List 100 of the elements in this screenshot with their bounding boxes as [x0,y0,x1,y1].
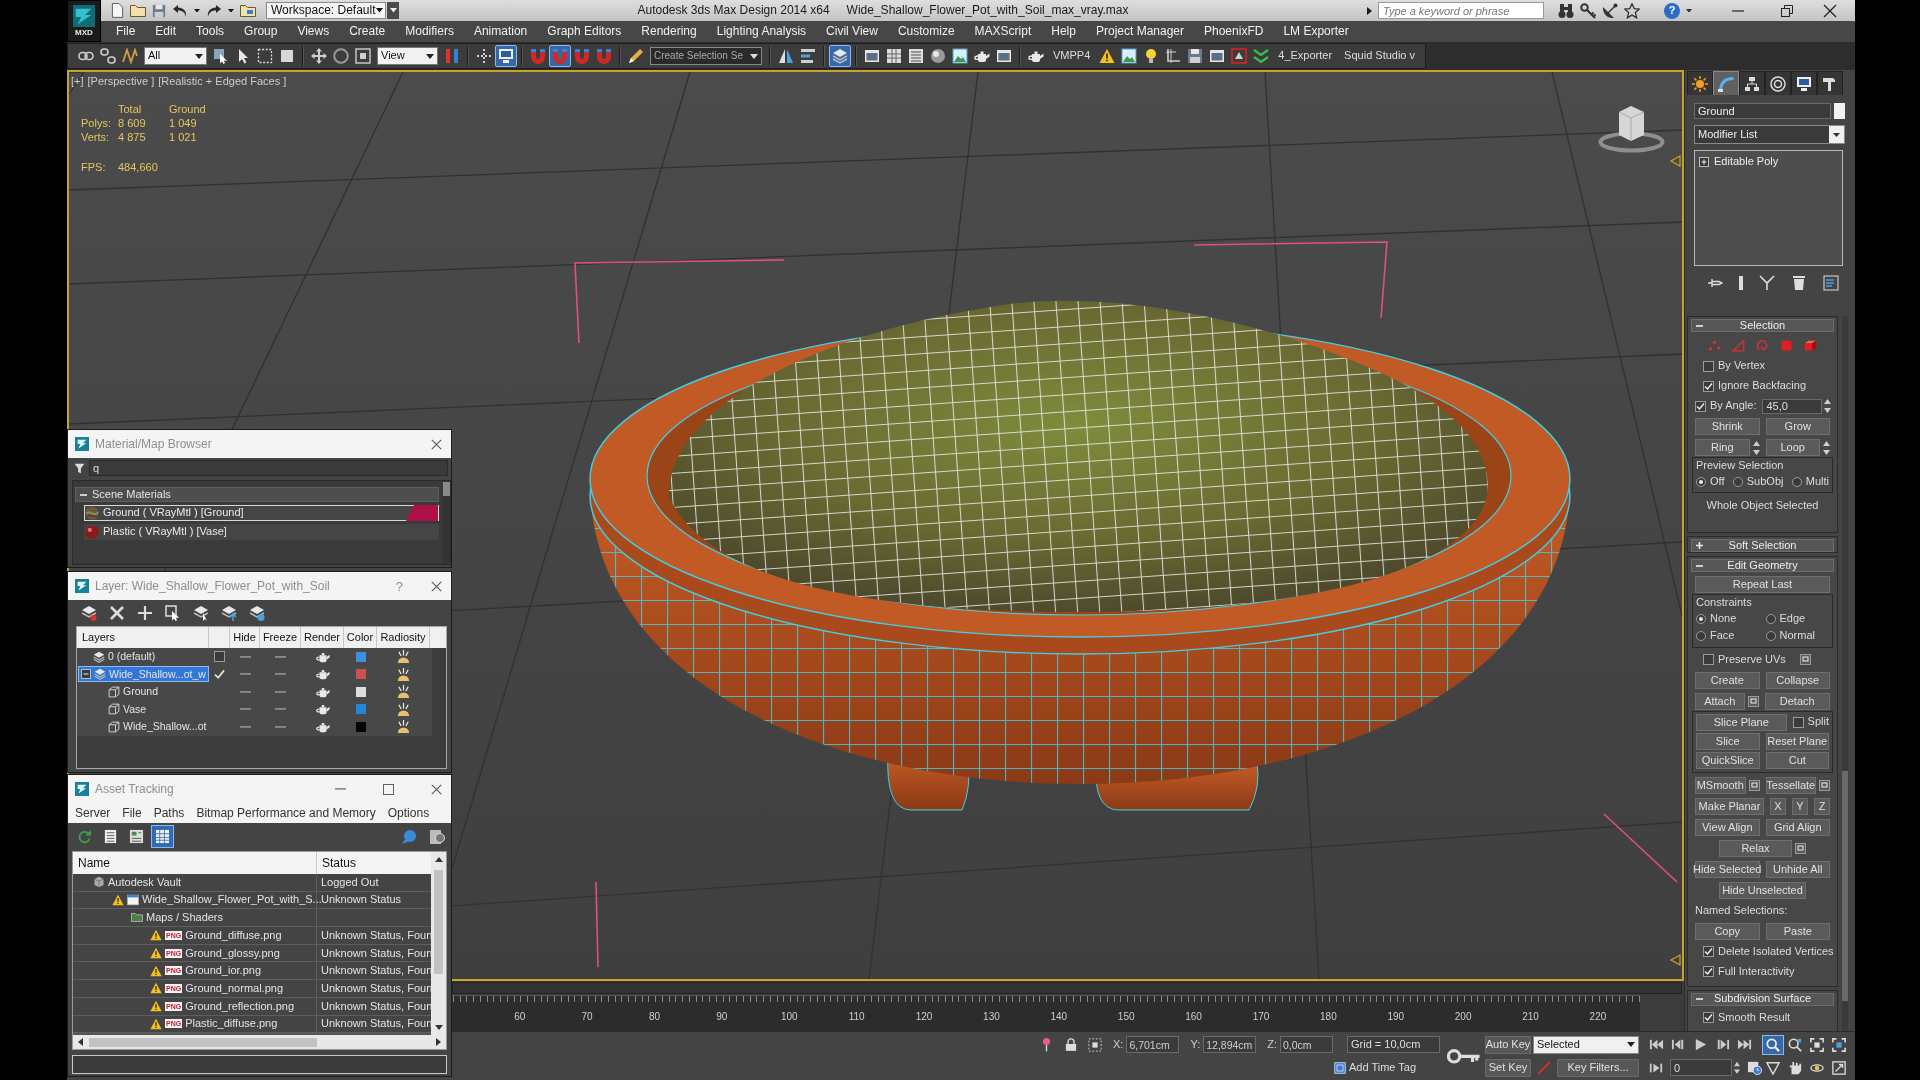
settings-icon[interactable] [1819,779,1830,791]
panel-button[interactable]: Make Planar [1695,797,1764,815]
radio-icon[interactable] [1696,631,1706,642]
panel-button[interactable]: Ring [1695,439,1750,456]
radio-button[interactable]: Face [1696,629,1760,643]
dome-rays-icon[interactable] [396,649,411,665]
dash-icon[interactable] [275,708,286,711]
menu-item[interactable]: LM Exporter [1273,24,1359,39]
menu-item[interactable]: Customize [887,24,965,39]
panel-button[interactable]: Detach [1764,692,1830,710]
key-icon[interactable] [1580,2,1596,19]
bin-icon[interactable] [1791,275,1807,291]
toolbar-button[interactable] [97,45,119,67]
menu-item[interactable]: Group [234,24,288,39]
color-swatch-icon[interactable] [355,704,366,715]
scroll-left-icon[interactable] [78,1038,83,1046]
rollout-header[interactable]: Selection [1691,319,1834,332]
viewport-label[interactable]: [Perspective ] [87,75,155,89]
layers-star-icon[interactable] [81,604,97,621]
dropdown[interactable]: View [377,47,438,65]
panel-button[interactable]: Hide Selected [1695,860,1760,878]
menu-item[interactable]: Animation [463,24,538,39]
speech-bubble-icon[interactable] [401,828,417,845]
viewport-label[interactable]: [Realistic + Edged Faces ] [158,75,287,89]
settings-icon[interactable] [1794,842,1806,854]
minimize-icon[interactable] [1732,9,1744,12]
undo-arrow-icon[interactable] [172,2,188,19]
panel-button[interactable]: Paste [1765,922,1830,940]
skip-forward-icon[interactable] [1737,1037,1752,1052]
scrollbar-thumb[interactable] [443,482,450,496]
panel-button[interactable]: Copy [1695,922,1760,940]
star-icon[interactable] [1624,2,1640,19]
settings-icon[interactable] [1799,654,1811,666]
play-icon[interactable] [1693,1037,1708,1052]
checkbox-icon[interactable] [1703,654,1714,666]
panel-button[interactable]: View Align [1695,818,1760,836]
viewport-label[interactable]: [+] [71,75,84,89]
layer-item[interactable]: Wide_Shallow...ot_w [78,666,209,683]
checkbox[interactable]: Split [1792,715,1829,729]
toolbar-button[interactable] [352,45,374,67]
time-tag-button[interactable]: Add Time Tag [1334,1061,1417,1074]
material-item[interactable]: Ground ( VRayMtl ) [Ground] [84,505,439,521]
minus-box-icon[interactable] [81,669,91,680]
radio-icon[interactable] [1765,614,1776,625]
folder-icon[interactable] [130,4,146,17]
radio-button[interactable]: Edge [1765,612,1829,626]
spinner-arrows-icon[interactable] [1823,439,1830,456]
asset-row[interactable]: Maps / Shaders [73,909,431,928]
skip-back-icon[interactable] [1649,1037,1664,1052]
toolbar-button[interactable] [949,45,971,67]
panel-button[interactable]: MSmooth [1695,776,1746,794]
menu-item[interactable]: Help [1041,24,1086,39]
panel-button[interactable]: Cut [1765,751,1829,769]
menu-item[interactable]: File [116,805,148,821]
dash-icon[interactable] [239,690,251,693]
toolbar-label[interactable]: VMPP4 [1047,49,1097,63]
panel-button[interactable]: QuickSlice [1696,751,1760,769]
caret-icon[interactable] [1686,8,1692,13]
checkbox-icon[interactable] [1703,380,1714,392]
menu-item[interactable]: Bitmap Performance and Memory [190,805,382,821]
radio-icon[interactable] [1696,614,1706,625]
list-panel-icon[interactable] [1823,275,1839,291]
radio-button[interactable]: Normal [1765,629,1829,643]
panel-button[interactable]: Slice Plane [1696,713,1787,731]
rollout-header[interactable]: Edit Geometry [1691,559,1834,573]
dash-icon[interactable] [275,690,286,693]
axis-button[interactable]: Y [1792,797,1808,815]
dome-rays-icon[interactable] [396,719,411,735]
menu-item[interactable]: Views [287,24,340,39]
fork-icon[interactable] [1759,275,1775,291]
scrollbar-thumb[interactable] [1842,771,1848,1001]
color-swatch-icon[interactable] [355,669,366,680]
dash-icon[interactable] [239,673,251,676]
step-forward-icon[interactable] [1715,1037,1730,1052]
key-mode-dropdown[interactable]: Selected [1533,1035,1639,1054]
rollout-header[interactable]: Subdivision Surface [1691,992,1834,1006]
search-field[interactable]: Type a keyword or phrase [1378,2,1544,19]
bar-icon[interactable] [1739,275,1743,291]
menu-item[interactable]: PhoenixFD [1194,24,1274,39]
menu-item[interactable]: Project Manager [1085,24,1194,39]
panel-button[interactable]: Loop [1765,439,1820,456]
application-button[interactable]: MXD [67,0,101,42]
satellite-dish-icon[interactable] [1602,2,1618,19]
axis-button[interactable]: Z [1814,797,1830,815]
set-key-button[interactable]: Set Key [1485,1058,1531,1077]
radio-icon[interactable] [1732,476,1743,487]
coordinate-field[interactable]: 0,0cm [1280,1036,1333,1053]
toolbar-label[interactable]: Squid Studio v [1338,49,1422,63]
panel-tab[interactable] [1739,71,1765,95]
menu-item[interactable]: Tools [186,24,235,39]
spinner-field[interactable]: 45,0 [1762,398,1823,414]
dash-icon[interactable] [275,655,286,658]
checkbox[interactable]: Full Interactivity [1695,964,1795,979]
spinner-arrows-icon[interactable] [1824,398,1832,414]
checkbox-icon[interactable] [1703,360,1714,372]
menu-item[interactable]: Paths [147,805,191,821]
checkbox[interactable]: Smooth Result [1695,1010,1791,1025]
menu-item[interactable]: MAXScript [964,24,1042,39]
panel-button[interactable]: Shrink [1695,418,1760,435]
pin-icon[interactable] [1042,1037,1051,1052]
